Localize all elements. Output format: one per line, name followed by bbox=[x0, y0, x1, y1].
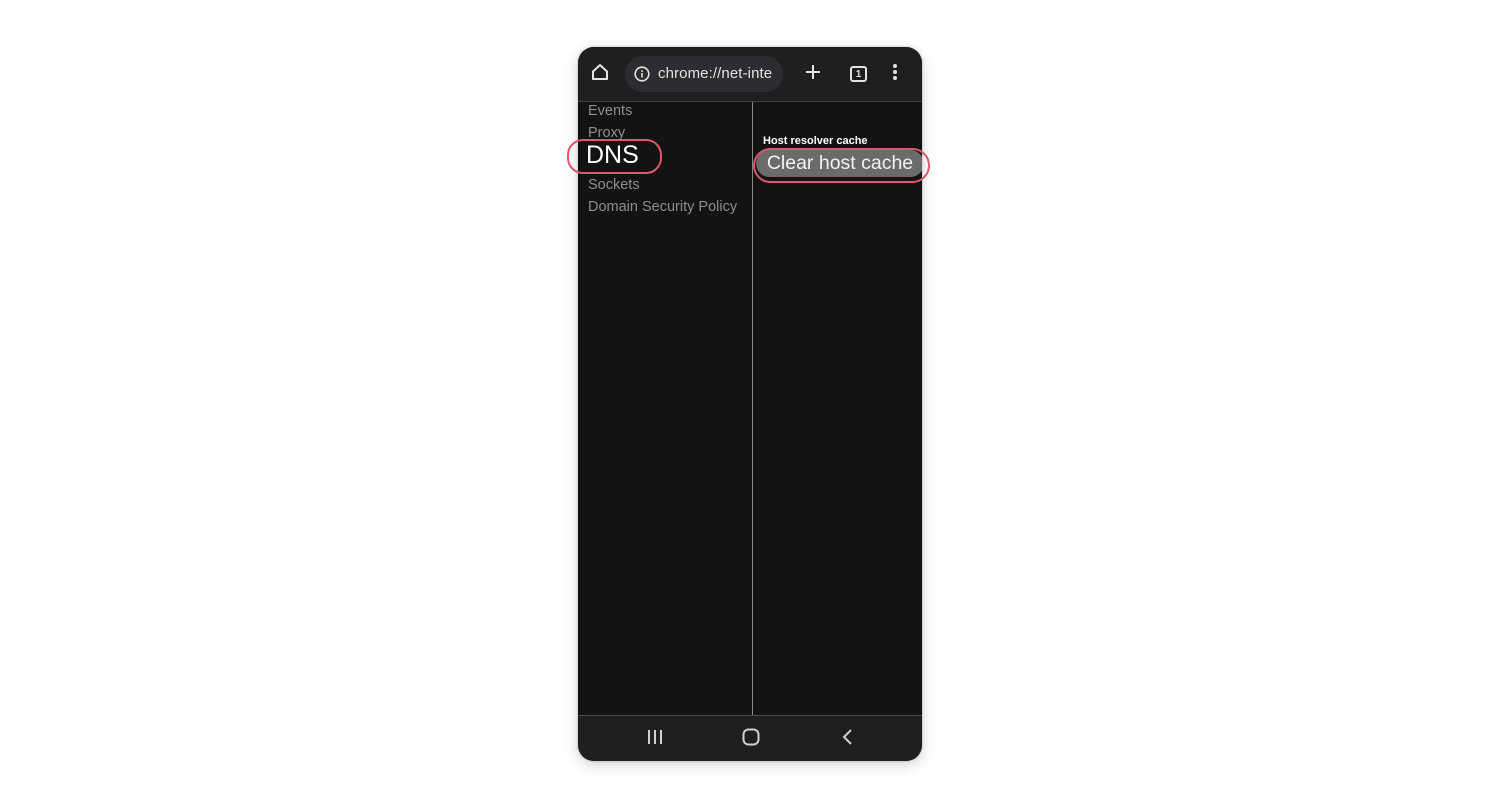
menu-button[interactable] bbox=[883, 62, 907, 86]
sidebar-item-events[interactable]: Events bbox=[588, 103, 632, 119]
phone-screen: chrome://net-inte 1 Events Proxy Sockets… bbox=[578, 47, 922, 761]
home-icon bbox=[590, 62, 610, 87]
sidebar-item-proxy[interactable]: Proxy bbox=[588, 125, 625, 141]
sidebar-item-sockets[interactable]: Sockets bbox=[588, 177, 640, 193]
recents-icon bbox=[646, 729, 664, 750]
browser-toolbar: chrome://net-inte 1 bbox=[578, 47, 922, 102]
android-nav-bar bbox=[578, 715, 922, 761]
tab-switcher-button[interactable]: 1 bbox=[850, 66, 867, 82]
back-icon bbox=[841, 728, 853, 751]
home-icon bbox=[742, 728, 760, 751]
home-button[interactable] bbox=[588, 62, 612, 86]
page-content: Events Proxy Sockets Domain Security Pol… bbox=[578, 102, 922, 715]
more-vert-icon bbox=[892, 63, 898, 86]
info-icon[interactable] bbox=[634, 66, 650, 82]
pane-divider bbox=[752, 102, 753, 715]
android-home-button[interactable] bbox=[739, 727, 763, 751]
back-button[interactable] bbox=[835, 727, 859, 751]
new-tab-button[interactable] bbox=[801, 62, 825, 86]
url-text: chrome://net-inte bbox=[658, 65, 773, 82]
sidebar-item-dns[interactable]: DNS bbox=[586, 141, 639, 170]
section-title: Host resolver cache bbox=[763, 135, 868, 147]
clear-host-cache-button[interactable]: Clear host cache bbox=[756, 150, 922, 177]
plus-icon bbox=[804, 63, 822, 86]
recents-button[interactable] bbox=[643, 727, 667, 751]
address-bar[interactable]: chrome://net-inte bbox=[625, 56, 783, 92]
sidebar-item-domain-security-policy[interactable]: Domain Security Policy bbox=[588, 199, 737, 215]
